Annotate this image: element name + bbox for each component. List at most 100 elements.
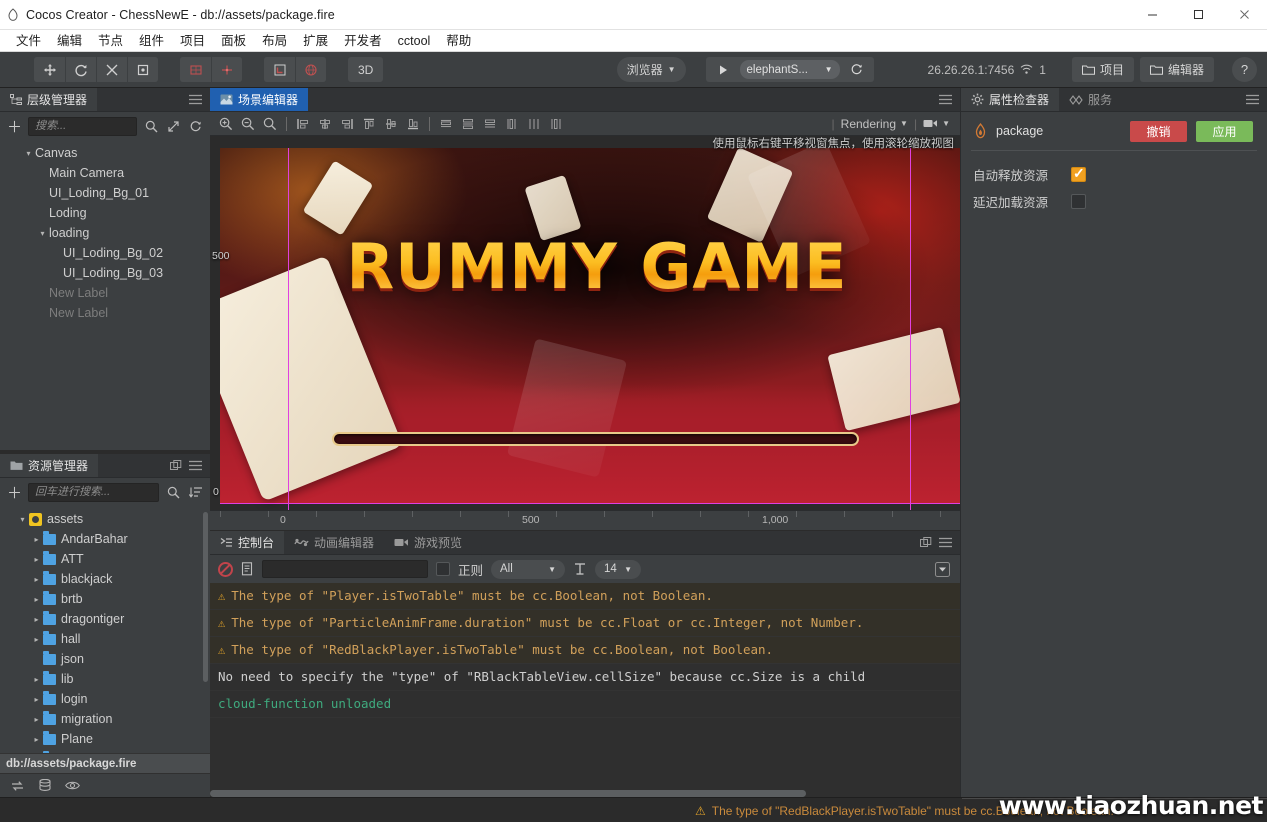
lazy-load-checkbox[interactable]	[1071, 194, 1086, 209]
close-button[interactable]	[1221, 0, 1267, 30]
log-entry[interactable]: cloud-function unloaded	[210, 691, 960, 718]
hamburger-menu-icon[interactable]	[939, 537, 952, 548]
horizontal-ruler[interactable]: 0 500 1,000	[210, 510, 960, 530]
tab-console[interactable]: 控制台	[210, 531, 284, 554]
asset-node-hall[interactable]: ▸ hall	[0, 629, 210, 649]
menu-component[interactable]: 组件	[131, 30, 172, 52]
search-icon[interactable]	[166, 486, 181, 499]
menu-file[interactable]: 文件	[8, 30, 49, 52]
preview-target-dropdown[interactable]: 浏览器 ▼	[617, 57, 686, 82]
log-entry[interactable]: No need to specify the "type" of "RBlack…	[210, 664, 960, 691]
asset-node-login[interactable]: ▸ login	[0, 689, 210, 709]
distribute-middle-icon[interactable]	[458, 114, 478, 134]
add-node-icon[interactable]: ＋	[7, 116, 21, 137]
align-top-icon[interactable]	[359, 114, 379, 134]
popout-icon[interactable]	[920, 537, 932, 549]
tree-node-main-camera[interactable]: Main Camera	[0, 163, 210, 183]
collapse-all-icon[interactable]	[166, 120, 181, 133]
asset-node-assets[interactable]: ▾ assets	[0, 509, 210, 529]
asset-node-redblackwar[interactable]: ▸ redblackwar	[0, 749, 210, 753]
align-right-icon[interactable]	[337, 114, 357, 134]
chevron-right-icon[interactable]: ▸	[30, 535, 43, 544]
log-entry[interactable]: ⚠ The type of "ParticleAnimFrame.duratio…	[210, 610, 960, 637]
distribute-right-icon[interactable]	[546, 114, 566, 134]
refresh-icon[interactable]	[188, 120, 203, 133]
tree-node-ui-loding-bg-03[interactable]: UI_Loding_Bg_03	[0, 263, 210, 283]
log-entry[interactable]: ⚠ The type of "Player.isTwoTable" must b…	[210, 583, 960, 610]
chevron-right-icon[interactable]: ▸	[30, 575, 43, 584]
menu-developer[interactable]: 开发者	[336, 30, 390, 52]
hierarchy-search-input[interactable]: 搜索...	[28, 117, 137, 136]
distribute-left-icon[interactable]	[502, 114, 522, 134]
chevron-down-icon[interactable]: ▾	[22, 149, 35, 158]
tab-inspector[interactable]: 属性检查器	[961, 88, 1059, 111]
align-bottom-icon[interactable]	[403, 114, 423, 134]
refresh-preview-button[interactable]	[844, 58, 870, 81]
log-entry[interactable]: ⚠ The type of "RedBlackPlayer.isTwoTable…	[210, 637, 960, 664]
hamburger-menu-icon[interactable]	[1246, 94, 1259, 105]
rotate-tool-icon[interactable]	[65, 57, 96, 82]
assets-scrollbar[interactable]	[203, 512, 208, 682]
tab-hierarchy[interactable]: 层级管理器	[0, 88, 97, 111]
hamburger-menu-icon[interactable]	[939, 94, 952, 105]
tree-node-canvas[interactable]: ▾ Canvas	[0, 143, 210, 163]
vertical-ruler[interactable]: 500 0	[210, 136, 220, 510]
asset-node-andarbahar[interactable]: ▸ AndarBahar	[0, 529, 210, 549]
add-asset-icon[interactable]: ＋	[7, 482, 21, 503]
inspector-panel-menu[interactable]	[1238, 88, 1267, 111]
chevron-right-icon[interactable]: ▸	[30, 715, 43, 724]
copy-log-icon[interactable]	[241, 562, 254, 576]
collapse-console-icon[interactable]	[935, 562, 950, 577]
tab-assets[interactable]: 资源管理器	[0, 454, 98, 477]
maximize-button[interactable]	[1175, 0, 1221, 30]
align-middle-icon[interactable]	[381, 114, 401, 134]
move-tool-icon[interactable]	[34, 57, 65, 82]
distribute-center-icon[interactable]	[524, 114, 544, 134]
rendering-dropdown[interactable]: Rendering ▼	[841, 117, 908, 131]
scene-viewport[interactable]: 使用鼠标右键平移视窗焦点，使用滚轮缩放视图 RUMM	[210, 136, 960, 530]
device-select[interactable]: elephantS... ▼	[740, 60, 840, 79]
align-center-h-icon[interactable]	[315, 114, 335, 134]
chevron-down-icon[interactable]: ▾	[36, 229, 49, 238]
asset-node-migration[interactable]: ▸ migration	[0, 709, 210, 729]
zoom-out-icon[interactable]	[238, 114, 258, 134]
tab-animation-editor[interactable]: 动画编辑器	[284, 531, 384, 554]
project-settings-button[interactable]: 项目	[1072, 57, 1134, 82]
pivot-tool-icon[interactable]	[180, 57, 211, 82]
chevron-right-icon[interactable]: ▸	[30, 555, 43, 564]
asset-node-plane[interactable]: ▸ Plane	[0, 729, 210, 749]
sync-icon[interactable]	[10, 780, 25, 792]
zoom-in-icon[interactable]	[216, 114, 236, 134]
menu-panel[interactable]: 面板	[213, 30, 254, 52]
menu-layout[interactable]: 布局	[254, 30, 295, 52]
tree-node-loading[interactable]: ▾ loading	[0, 223, 210, 243]
log-level-dropdown[interactable]: All ▼	[491, 560, 565, 579]
asset-node-lib[interactable]: ▸ lib	[0, 669, 210, 689]
scale-tool-icon[interactable]	[96, 57, 127, 82]
popout-icon[interactable]	[170, 460, 182, 472]
chevron-right-icon[interactable]: ▸	[30, 635, 43, 644]
game-scene-preview[interactable]: RUMMY GAME	[220, 148, 960, 504]
scene-panel-menu[interactable]	[931, 88, 960, 111]
scene-canvas-area[interactable]: RUMMY GAME	[220, 148, 960, 510]
asset-node-att[interactable]: ▸ ATT	[0, 549, 210, 569]
search-icon[interactable]	[144, 120, 159, 133]
menu-project[interactable]: 项目	[172, 30, 213, 52]
menu-extension[interactable]: 扩展	[295, 30, 336, 52]
chevron-right-icon[interactable]: ▸	[30, 675, 43, 684]
hierarchy-panel-menu[interactable]	[181, 88, 210, 111]
clear-console-icon[interactable]	[218, 562, 233, 577]
hamburger-menu-icon[interactable]	[189, 460, 202, 471]
zoom-fit-icon[interactable]	[260, 114, 280, 134]
hamburger-menu-icon[interactable]	[189, 94, 202, 105]
anchor-tool-icon[interactable]	[211, 57, 242, 82]
distribute-bottom-icon[interactable]	[480, 114, 500, 134]
asset-node-blackjack[interactable]: ▸ blackjack	[0, 569, 210, 589]
auto-release-checkbox[interactable]	[1071, 167, 1086, 182]
editor-settings-button[interactable]: 编辑器	[1140, 57, 1214, 82]
menu-help[interactable]: 帮助	[438, 30, 479, 52]
regex-checkbox[interactable]	[436, 562, 450, 576]
tree-node-ui-loding-bg-01[interactable]: UI_Loding_Bg_01	[0, 183, 210, 203]
console-horizontal-scrollbar[interactable]	[210, 790, 806, 797]
global-coord-tool-icon[interactable]	[295, 57, 326, 82]
